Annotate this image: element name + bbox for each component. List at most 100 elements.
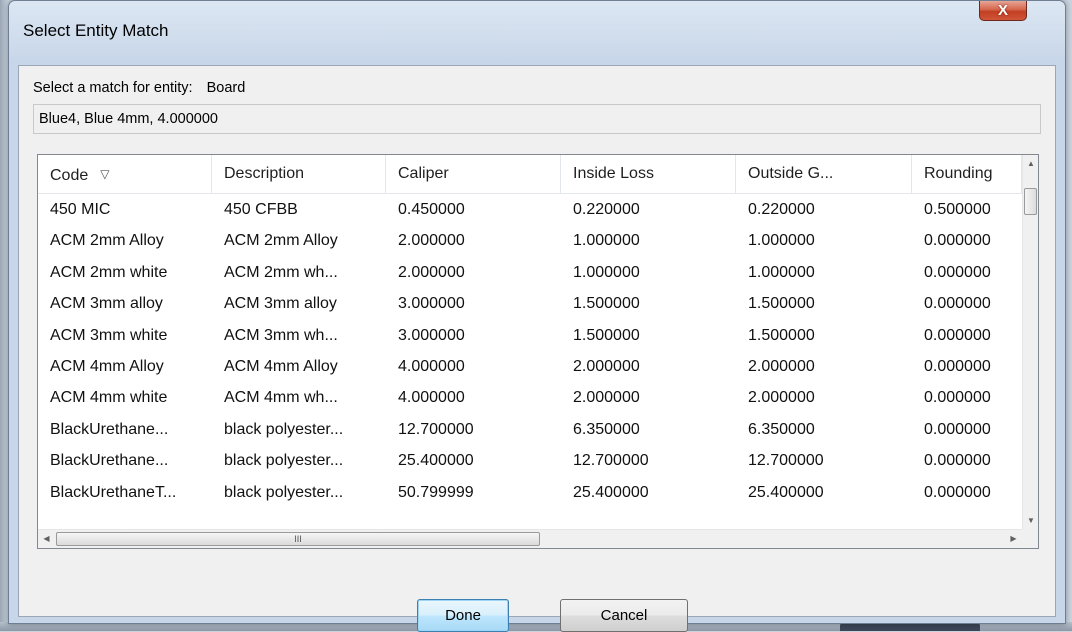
table-row[interactable]: ACM 2mm Alloy ACM 2mm Alloy 2.000000 1.0… xyxy=(38,225,1022,256)
cell-outside-gain: 12.700000 xyxy=(748,452,824,470)
done-button[interactable]: Done xyxy=(417,599,509,632)
cell-caliper: 4.000000 xyxy=(398,357,465,375)
cell-code: BlackUrethane... xyxy=(50,452,169,470)
match-table: Code ▽ Description Caliper Inside Loss Ou… xyxy=(37,154,1039,549)
cell-description: ACM 3mm alloy xyxy=(224,295,337,313)
scroll-right-icon[interactable]: ▶ xyxy=(1005,530,1022,548)
cell-code: ACM 3mm alloy xyxy=(50,295,163,313)
cell-caliper: 0.450000 xyxy=(398,201,465,218)
cell-caliper: 3.000000 xyxy=(398,326,465,344)
cell-code: ACM 2mm Alloy xyxy=(50,232,164,250)
cell-outside-gain: 1.000000 xyxy=(748,263,815,281)
cell-code: ACM 4mm white xyxy=(50,389,168,407)
cell-description: ACM 4mm Alloy xyxy=(224,357,338,375)
column-header-label: Rounding xyxy=(924,165,993,182)
horizontal-scrollbar[interactable]: ◀ III ▶ xyxy=(38,529,1022,548)
cell-code: BlackUrethane... xyxy=(50,420,169,438)
cell-rounding: 0.000000 xyxy=(924,483,991,501)
cell-description: black polyester... xyxy=(224,452,344,470)
cell-inside-loss: 6.350000 xyxy=(573,420,640,438)
entity-prompt-label: Select a match for entity: xyxy=(33,80,193,96)
table-row[interactable]: 450 MIC 450 CFBB 0.450000 0.220000 0.220… xyxy=(38,194,1022,225)
column-header-label: Caliper xyxy=(398,165,449,182)
cell-outside-gain: 25.400000 xyxy=(748,483,824,501)
table-header: Code ▽ Description Caliper Inside Loss Ou… xyxy=(38,155,1022,194)
cell-outside-gain: 1.500000 xyxy=(748,295,815,313)
cell-code: ACM 2mm white xyxy=(50,263,168,281)
entity-prompt-row: Select a match for entity: Board xyxy=(33,80,245,96)
table-row[interactable]: BlackUrethane... black polyester... 25.4… xyxy=(38,445,1022,476)
cell-rounding: 0.000000 xyxy=(924,263,991,281)
cell-inside-loss: 1.500000 xyxy=(573,295,640,313)
dialog-client-area: Select a match for entity: Board Blue4, B… xyxy=(18,65,1056,632)
cell-code: BlackUrethaneT... xyxy=(50,483,177,501)
table-row[interactable]: BlackUrethane... black polyester... 12.7… xyxy=(38,414,1022,445)
vertical-scroll-thumb[interactable] xyxy=(1024,188,1037,215)
cell-description: ACM 2mm wh... xyxy=(224,263,338,281)
column-header-description[interactable]: Description xyxy=(212,155,386,193)
cell-outside-gain: 1.500000 xyxy=(748,326,815,344)
cell-inside-loss: 1.500000 xyxy=(573,326,640,344)
cell-description: ACM 3mm wh... xyxy=(224,326,338,344)
vertical-scrollbar[interactable]: ▲ ▼ xyxy=(1022,155,1038,529)
cell-rounding: 0.500000 xyxy=(924,201,991,218)
cell-inside-loss: 1.000000 xyxy=(573,263,640,281)
cell-outside-gain: 2.000000 xyxy=(748,389,815,407)
cell-caliper: 4.000000 xyxy=(398,389,465,407)
table-row[interactable]: ACM 3mm alloy ACM 3mm alloy 3.000000 1.5… xyxy=(38,288,1022,319)
cell-description: 450 CFBB xyxy=(224,201,298,218)
scroll-up-icon[interactable]: ▲ xyxy=(1023,155,1038,172)
selected-match-field: Blue4, Blue 4mm, 4.000000 xyxy=(33,104,1041,134)
cell-outside-gain: 2.000000 xyxy=(748,357,815,375)
cell-rounding: 0.000000 xyxy=(924,357,991,375)
cell-rounding: 0.000000 xyxy=(924,295,991,313)
cell-description: black polyester... xyxy=(224,483,344,501)
cell-inside-loss: 25.400000 xyxy=(573,483,649,501)
column-header-label: Description xyxy=(224,165,305,182)
table-body: 450 MIC 450 CFBB 0.450000 0.220000 0.220… xyxy=(38,194,1022,508)
scroll-left-icon[interactable]: ◀ xyxy=(38,530,55,548)
close-button[interactable]: X xyxy=(979,1,1027,21)
cell-description: ACM 2mm Alloy xyxy=(224,232,338,250)
cell-caliper: 50.799999 xyxy=(398,483,474,501)
table-row[interactable]: BlackUrethaneT... black polyester... 50.… xyxy=(38,477,1022,508)
cell-outside-gain: 6.350000 xyxy=(748,420,815,438)
scroll-down-icon[interactable]: ▼ xyxy=(1023,512,1038,529)
table-row[interactable]: ACM 4mm Alloy ACM 4mm Alloy 4.000000 2.0… xyxy=(38,351,1022,382)
dialog-title: Select Entity Match xyxy=(23,21,169,40)
cell-code: ACM 4mm Alloy xyxy=(50,357,164,375)
scrollbar-corner xyxy=(1022,529,1038,548)
cell-inside-loss: 2.000000 xyxy=(573,389,640,407)
cell-inside-loss: 0.220000 xyxy=(573,201,640,218)
cell-inside-loss: 2.000000 xyxy=(573,357,640,375)
column-header-outside-gain[interactable]: Outside G... xyxy=(736,155,912,193)
cell-caliper: 25.400000 xyxy=(398,452,474,470)
cancel-button[interactable]: Cancel xyxy=(560,599,688,632)
cell-rounding: 0.000000 xyxy=(924,389,991,407)
cell-caliper: 2.000000 xyxy=(398,263,465,281)
cell-inside-loss: 1.000000 xyxy=(573,232,640,250)
entity-name: Board xyxy=(206,80,246,96)
cell-rounding: 0.000000 xyxy=(924,420,991,438)
cell-rounding: 0.000000 xyxy=(924,326,991,344)
cell-inside-loss: 12.700000 xyxy=(573,452,649,470)
cell-description: ACM 4mm wh... xyxy=(224,389,338,407)
horizontal-scroll-thumb[interactable]: III xyxy=(56,532,540,546)
column-header-code[interactable]: Code ▽ xyxy=(38,155,212,193)
table-row[interactable]: ACM 4mm white ACM 4mm wh... 4.000000 2.0… xyxy=(38,382,1022,413)
cell-caliper: 2.000000 xyxy=(398,232,465,250)
sort-icon: ▽ xyxy=(100,167,110,181)
cell-code: 450 MIC xyxy=(50,201,111,218)
cell-rounding: 0.000000 xyxy=(924,232,991,250)
column-header-inside-loss[interactable]: Inside Loss xyxy=(561,155,736,193)
table-row[interactable]: ACM 3mm white ACM 3mm wh... 3.000000 1.5… xyxy=(38,320,1022,351)
cell-caliper: 12.700000 xyxy=(398,420,474,438)
desktop-background xyxy=(0,0,8,631)
table-row[interactable]: ACM 2mm white ACM 2mm wh... 2.000000 1.0… xyxy=(38,257,1022,288)
cell-caliper: 3.000000 xyxy=(398,295,465,313)
column-header-rounding[interactable]: Rounding xyxy=(912,155,1022,193)
column-header-caliper[interactable]: Caliper xyxy=(386,155,561,193)
column-header-label: Outside G... xyxy=(748,165,834,182)
close-icon: X xyxy=(997,2,1008,19)
cell-rounding: 0.000000 xyxy=(924,452,991,470)
